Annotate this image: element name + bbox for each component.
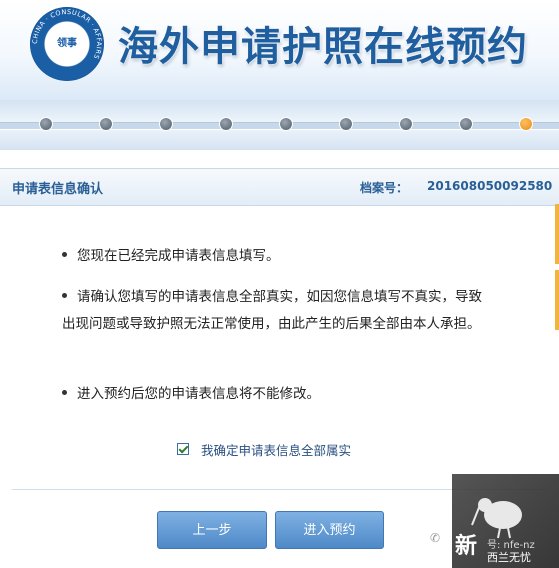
- progress-step-active: [519, 117, 533, 131]
- site-title: 海外申请护照在线预约: [118, 24, 528, 70]
- panel-header: 申请表信息确认 档案号： 201608050092580: [0, 168, 559, 206]
- watermark-subtitle: 西兰无忧: [487, 551, 531, 564]
- confirm-row[interactable]: 我确定申请表信息全部属实: [177, 440, 351, 458]
- previous-step-button[interactable]: 上一步: [157, 511, 267, 549]
- progress-step: [459, 117, 473, 131]
- progress-step: [39, 117, 53, 131]
- progress-step: [99, 117, 113, 131]
- progress-step: [159, 117, 173, 131]
- side-accent: [555, 204, 559, 264]
- consular-affairs-logo: CHINA · CONSULAR · AFFAIRS 领事: [30, 7, 104, 81]
- panel-title: 申请表信息确认: [12, 182, 104, 197]
- confirm-label[interactable]: 我确定申请表信息全部属实: [201, 440, 351, 459]
- enter-appointment-button[interactable]: 进入预约: [275, 511, 384, 549]
- bullet-icon: [62, 292, 67, 298]
- progress-step: [219, 117, 233, 131]
- watermark-mark: 新: [455, 534, 478, 559]
- progress-bar: [0, 100, 559, 150]
- bullet-icon: [62, 389, 67, 395]
- notice-item: 进入预约后您的申请表信息将不能修改。: [62, 381, 320, 408]
- notice-item: 请确认您填写的申请表信息全部真实，如因您信息填写不真实，导致出现问题或导致护照无…: [62, 284, 482, 338]
- file-number-value: 201608050092580: [427, 179, 553, 193]
- notice-item: 您现在已经完成申请表信息填写。: [62, 243, 280, 270]
- side-accent: [555, 270, 559, 330]
- bullet-icon: [62, 251, 67, 257]
- notice-text: 请确认您填写的申请表信息全部真实，如因您信息填写不真实，导致出现问题或导致护照无…: [62, 289, 482, 332]
- confirm-checkbox[interactable]: [177, 443, 189, 455]
- wechat-icon: ✆: [430, 531, 441, 545]
- notice-text: 您现在已经完成申请表信息填写。: [77, 248, 280, 264]
- site-header: CHINA · CONSULAR · AFFAIRS 领事 海外申请护照在线预约: [0, 0, 559, 100]
- progress-step: [279, 117, 293, 131]
- file-number-label: 档案号：: [360, 181, 409, 195]
- notice-text: 进入预约后您的申请表信息将不能修改。: [77, 386, 320, 402]
- progress-step: [339, 117, 353, 131]
- kiwi-bird-icon: [471, 498, 522, 539]
- logo-center-text: 领事: [52, 29, 82, 59]
- progress-step: [399, 117, 413, 131]
